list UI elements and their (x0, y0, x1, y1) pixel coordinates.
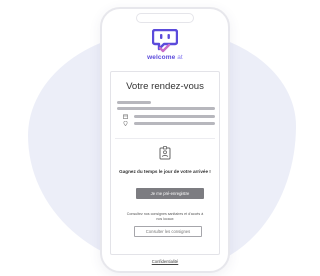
location-pin-icon (123, 121, 128, 126)
placeholder-line-location (134, 122, 215, 125)
pre-register-button[interactable]: Je me pré-enregistre (136, 188, 204, 199)
phone-speaker-notch (136, 13, 194, 23)
consult-guidelines-button[interactable]: Consulter les consignes (134, 226, 202, 237)
app-logo: welcome at (102, 29, 228, 69)
card-title: Votre rendez-vous (126, 81, 204, 92)
privacy-link[interactable]: Confidentialité (102, 259, 228, 264)
chat-checkmark-icon (152, 29, 178, 53)
placeholder-line-date (134, 115, 215, 118)
consult-instructions-text: Consultez nos consignes sanitaires et d'… (126, 212, 204, 221)
id-badge-icon (159, 146, 171, 160)
card-divider (115, 138, 215, 139)
appointment-card: Votre rendez-vous Gagnez du temps le jou… (110, 71, 220, 255)
calendar-icon (123, 114, 128, 119)
phone-frame: welcome at Votre rendez-vous Gagnez du t… (100, 7, 230, 273)
brand-word-at: at (177, 54, 183, 61)
promo-text: Gagnez du temps le jour de votre arrivée… (119, 169, 211, 174)
brand-word-welcome: welcome (147, 54, 176, 61)
brand-wordmark: welcome at (147, 54, 183, 61)
placeholder-line-short (117, 101, 151, 104)
placeholder-line-long (117, 107, 215, 110)
